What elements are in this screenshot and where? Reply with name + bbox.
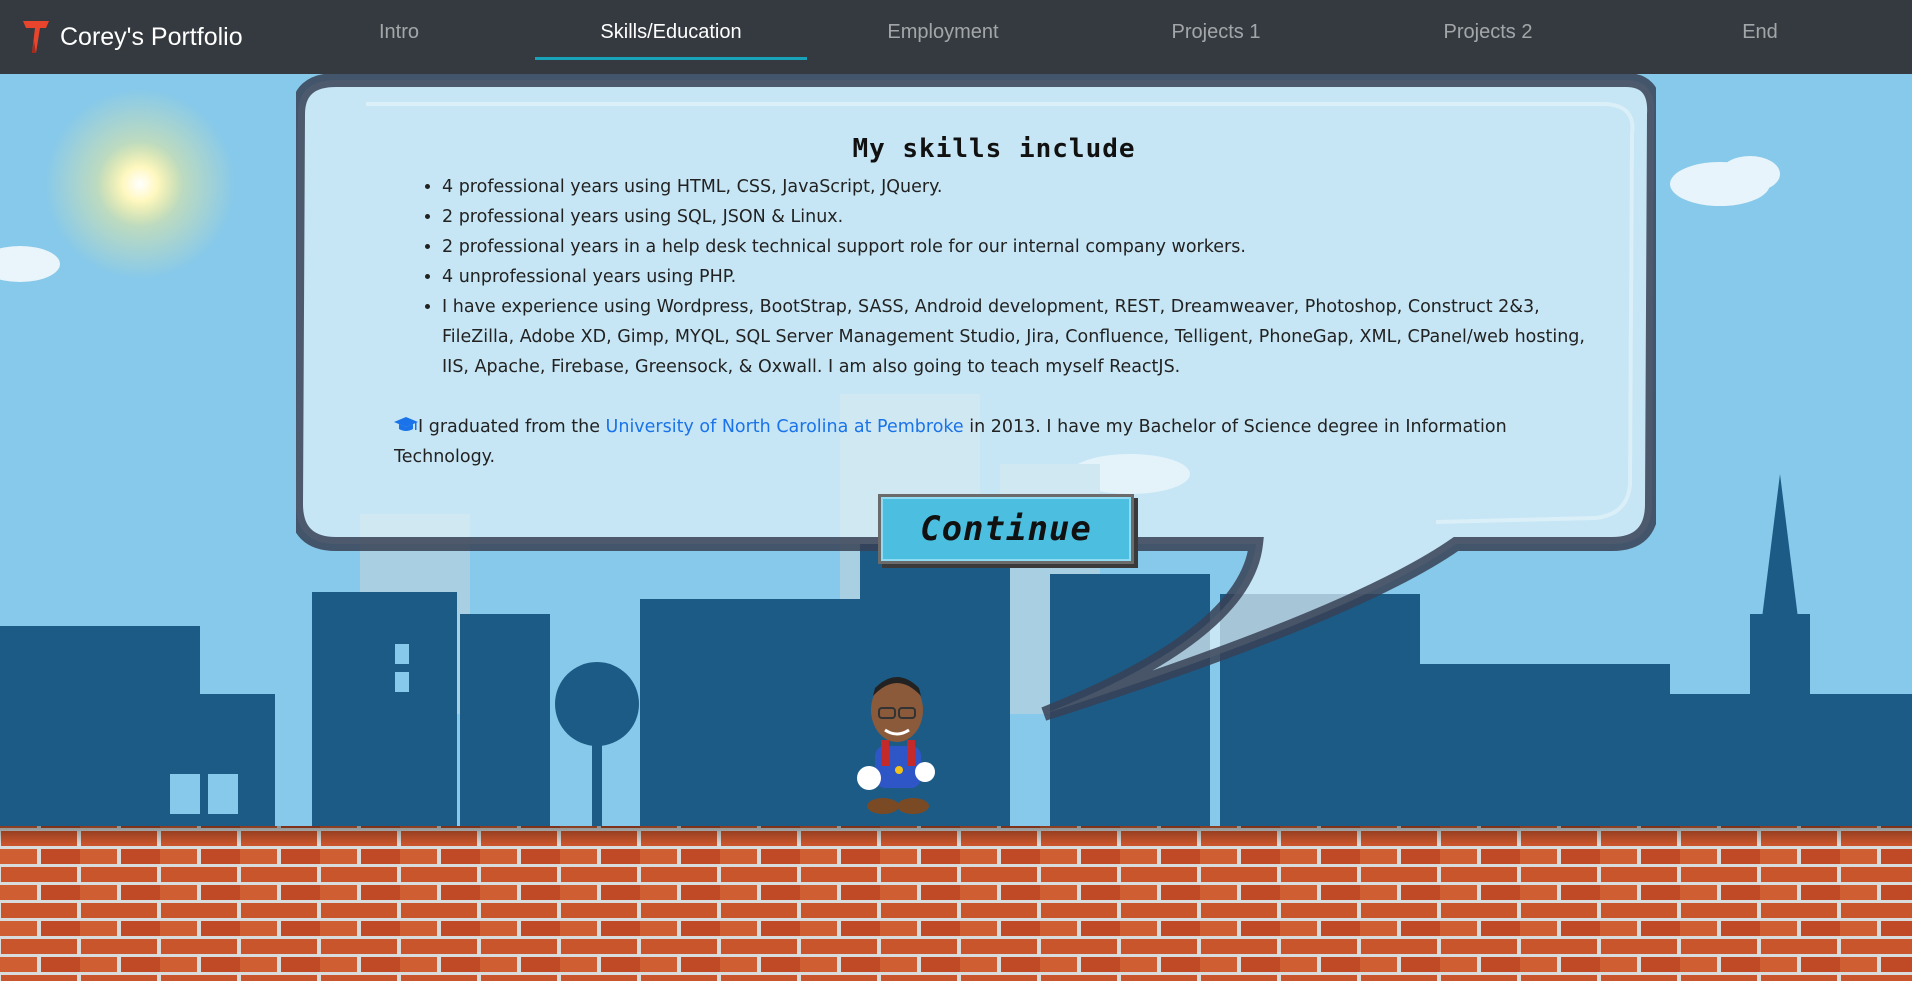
education-paragraph: I graduated from the University of North… — [394, 412, 1594, 472]
skill-item: 2 professional years in a help desk tech… — [442, 232, 1594, 262]
nav-end-label: End — [1742, 21, 1778, 43]
education-prefix: I graduated from the — [418, 417, 606, 437]
brand[interactable]: Corey's Portfolio — [22, 18, 243, 56]
bubble-content: My skills include 4 professional years u… — [394, 134, 1594, 472]
brand-name: Corey's Portfolio — [60, 22, 243, 51]
skill-item: 2 professional years using SQL, JSON & L… — [442, 202, 1594, 232]
skill-item: 4 professional years using HTML, CSS, Ja… — [442, 172, 1594, 202]
t-logo-icon — [23, 21, 49, 53]
sun-icon — [45, 89, 235, 279]
active-tab-underline — [535, 57, 807, 60]
university-link[interactable]: University of North Carolina at Pembroke — [606, 417, 964, 437]
nav-projects-1-label: Projects 1 — [1171, 21, 1261, 43]
nav-intro[interactable]: Intro — [263, 0, 535, 60]
nav-projects-2[interactable]: Projects 2 — [1352, 0, 1624, 60]
skills-list: 4 professional years using HTML, CSS, Ja… — [394, 172, 1594, 382]
speech-bubble: My skills include 4 professional years u… — [296, 74, 1656, 724]
nav-skills-education[interactable]: Skills/Education — [535, 0, 807, 60]
nav-end[interactable]: End — [1624, 0, 1896, 60]
nav-employment-label: Employment — [887, 21, 999, 43]
top-navbar: Corey's Portfolio Intro Skills/Education… — [0, 0, 1912, 74]
skill-item: I have experience using Wordpress, BootS… — [442, 292, 1594, 382]
nav-projects-1[interactable]: Projects 1 — [1080, 0, 1352, 60]
continue-button[interactable]: Continue — [878, 494, 1134, 564]
nav-employment[interactable]: Employment — [807, 0, 1079, 60]
nav-skills-education-label: Skills/Education — [600, 21, 742, 43]
skills-title: My skills include — [852, 134, 1136, 164]
nav-intro-label: Intro — [378, 21, 420, 43]
brick-ground — [0, 826, 1912, 981]
nav-projects-2-label: Projects 2 — [1443, 21, 1533, 43]
graduation-cap-icon — [394, 417, 418, 431]
skill-item: 4 unprofessional years using PHP. — [442, 262, 1594, 292]
